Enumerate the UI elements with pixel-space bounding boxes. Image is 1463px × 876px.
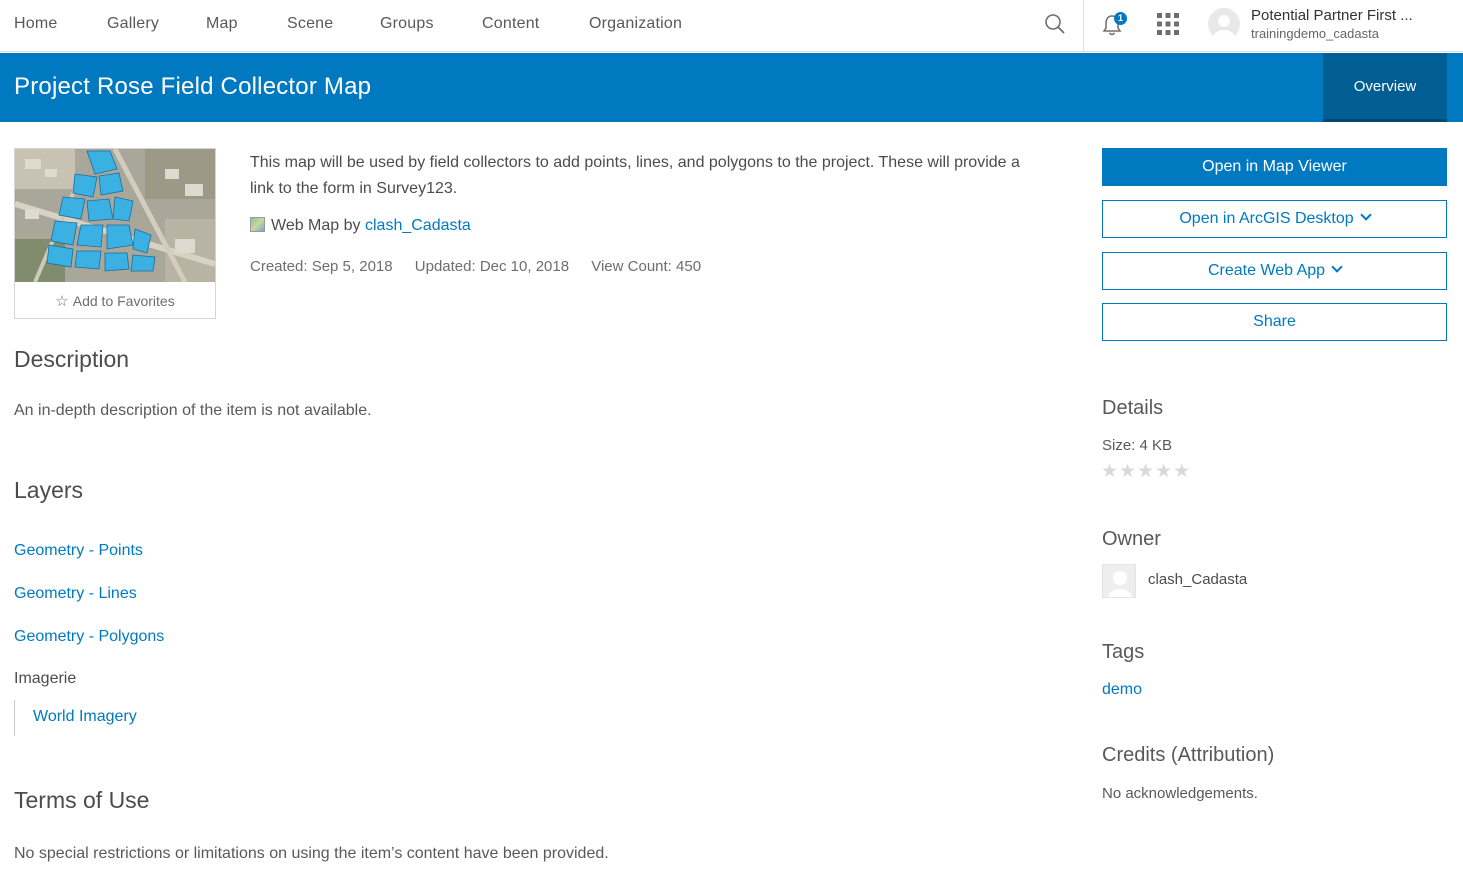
rating-stars[interactable]: ★★★★★ xyxy=(1101,460,1191,483)
description-title: Description xyxy=(14,346,130,372)
nav-divider xyxy=(1083,0,1084,52)
item-type: Web Map by clash_Cadasta xyxy=(250,217,471,235)
create-web-app-button[interactable]: Create Web App xyxy=(1102,252,1447,290)
size-value: 4 KB xyxy=(1139,437,1173,454)
user-avatar[interactable] xyxy=(1208,8,1240,40)
sublayer-link[interactable]: World Imagery xyxy=(33,708,137,726)
layer-group-label: Imagerie xyxy=(14,670,77,687)
star-icon[interactable]: ★ xyxy=(1137,461,1155,482)
search-icon[interactable] xyxy=(1043,12,1067,36)
user-login[interactable]: trainingdemo_cadasta xyxy=(1251,26,1379,41)
terms-title: Terms of Use xyxy=(14,787,150,813)
chevron-down-icon xyxy=(1331,261,1343,273)
tab-overview[interactable]: Overview xyxy=(1323,53,1447,122)
view-count: View Count: 450 xyxy=(591,258,702,275)
owner-title: Owner xyxy=(1102,528,1161,550)
tag-link[interactable]: demo xyxy=(1102,681,1142,699)
layer-link[interactable]: Geometry - Polygons xyxy=(14,628,164,646)
layers-title: Layers xyxy=(14,477,84,503)
notifications-bell-icon[interactable]: 1 xyxy=(1100,12,1127,38)
nav-home[interactable]: Home xyxy=(14,15,57,33)
open-in-arcgis-desktop-label: Open in ArcGIS Desktop xyxy=(1179,210,1354,227)
add-to-favorites-label: Add to Favorites xyxy=(72,293,175,309)
owner-name[interactable]: clash_Cadasta xyxy=(1148,571,1247,588)
terms-text: No special restrictions or limitations o… xyxy=(14,845,609,862)
tags-title: Tags xyxy=(1102,641,1145,663)
star-icon[interactable]: ★ xyxy=(1173,461,1191,482)
item-type-label: Web Map by xyxy=(271,217,361,234)
star-icon[interactable]: ★ xyxy=(1155,461,1173,482)
star-icon[interactable]: ★ xyxy=(1119,461,1137,482)
credits-text: No acknowledgements. xyxy=(1102,785,1258,802)
nav-organization[interactable]: Organization xyxy=(589,15,682,33)
created-date: Created: Sep 5, 2018 xyxy=(250,258,393,275)
star-outline-icon: ☆ xyxy=(55,293,69,310)
top-nav: Home Gallery Map Scene Groups Content Or… xyxy=(0,0,1463,52)
item-summary: This map will be used by field collector… xyxy=(250,154,1020,197)
nav-gallery[interactable]: Gallery xyxy=(107,15,159,33)
star-icon[interactable]: ★ xyxy=(1101,461,1119,482)
open-in-arcgis-desktop-button[interactable]: Open in ArcGIS Desktop xyxy=(1102,200,1447,238)
chevron-down-icon xyxy=(1359,209,1372,221)
size-info: Size: 4 KB xyxy=(1102,437,1172,454)
description-text: An in-depth description of the item is n… xyxy=(14,402,372,419)
owner-avatar[interactable] xyxy=(1102,564,1136,598)
nav-groups[interactable]: Groups xyxy=(380,15,434,33)
layer-link[interactable]: Geometry - Points xyxy=(14,542,143,560)
app-launcher-icon[interactable] xyxy=(1157,13,1179,35)
thumbnail-card: ☆ Add to Favorites xyxy=(14,148,216,319)
web-map-icon xyxy=(250,217,265,232)
notification-badge: 1 xyxy=(1114,12,1127,25)
nav-content[interactable]: Content xyxy=(482,15,539,33)
credits-title: Credits (Attribution) xyxy=(1102,744,1275,766)
open-in-map-viewer-button[interactable]: Open in Map Viewer xyxy=(1102,148,1447,186)
item-header: Project Rose Field Collector Map Overvie… xyxy=(0,53,1463,122)
owner-link[interactable]: clash_Cadasta xyxy=(365,217,471,234)
create-web-app-label: Create Web App xyxy=(1207,262,1326,279)
user-name[interactable]: Potential Partner First ... xyxy=(1251,7,1431,24)
item-metadata: Created: Sep 5, 2018 Updated: Dec 10, 20… xyxy=(250,258,719,275)
page-title: Project Rose Field Collector Map xyxy=(14,73,372,100)
add-to-favorites-button[interactable]: ☆ Add to Favorites xyxy=(15,285,215,317)
size-label: Size: xyxy=(1102,437,1136,454)
details-title: Details xyxy=(1102,397,1164,419)
share-button[interactable]: Share xyxy=(1102,303,1447,341)
layer-group: World Imagery xyxy=(14,700,137,736)
nav-scene[interactable]: Scene xyxy=(287,15,333,33)
nav-map[interactable]: Map xyxy=(206,15,238,33)
map-thumbnail xyxy=(15,149,215,282)
updated-date: Updated: Dec 10, 2018 xyxy=(414,258,570,275)
layer-link[interactable]: Geometry - Lines xyxy=(14,585,137,603)
